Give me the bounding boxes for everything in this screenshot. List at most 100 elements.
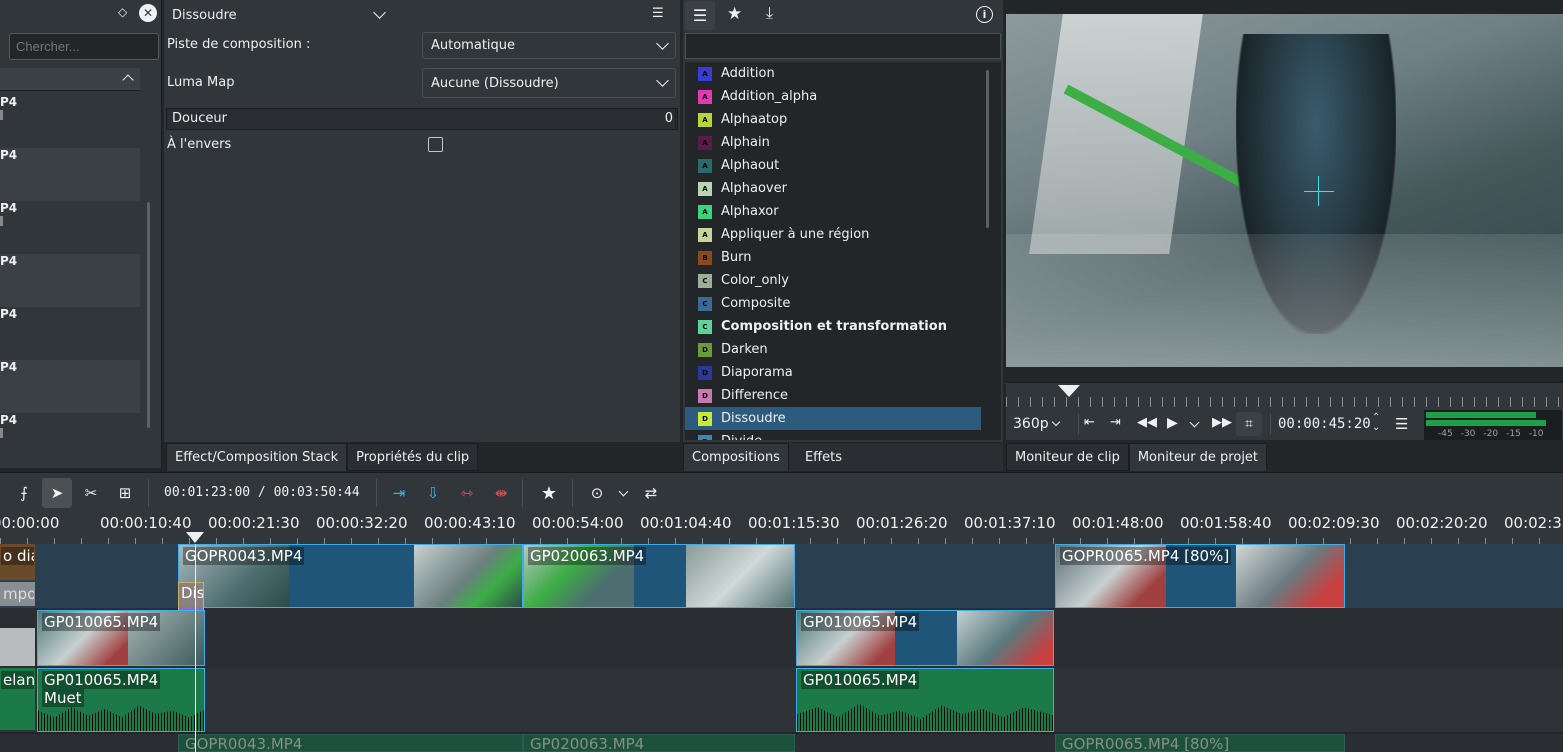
audio-clip-gopr0065[interactable]: GOPR0065.MP4 [80%] bbox=[1055, 734, 1345, 752]
luma-combo[interactable]: Aucune (Dissoudre) bbox=[422, 68, 676, 98]
meter-scale: -45 -30 -20 -15 -10 bbox=[1438, 429, 1544, 439]
audio-clip-gopr0043[interactable]: GOPR0043.MP4 bbox=[178, 734, 523, 752]
bin-item[interactable]: P4 bbox=[0, 254, 140, 307]
ruler-tick-label: 00:00:21:30 bbox=[208, 514, 300, 532]
composition-list-item[interactable]: D Divide bbox=[685, 430, 981, 440]
play-icon[interactable]: ▶ bbox=[1167, 415, 1178, 431]
bin-scrollbar[interactable] bbox=[147, 202, 150, 428]
tab-effects[interactable]: Effets bbox=[788, 443, 859, 471]
composition-list-item[interactable]: D Darken bbox=[685, 338, 981, 361]
float-icon[interactable]: ◇ bbox=[118, 5, 132, 19]
timeline-clip[interactable] bbox=[0, 628, 35, 666]
timeline-clip-gopr0065[interactable]: GOPR0065.MP4 [80%] bbox=[1055, 544, 1345, 608]
tab-effect-stack[interactable]: Effect/Composition Stack bbox=[166, 443, 348, 471]
settings-sliders-icon[interactable]: ☰ bbox=[652, 6, 670, 22]
video-preview[interactable] bbox=[1006, 14, 1563, 367]
chevron-up-icon[interactable] bbox=[122, 74, 134, 86]
composition-list-item[interactable]: A Addition_alpha bbox=[685, 85, 981, 108]
timeline-clip-gp020063[interactable]: GP020063.MP4 bbox=[523, 544, 795, 608]
set-zone-in-icon[interactable]: ⇤ bbox=[1084, 415, 1095, 430]
lift-icon[interactable]: ⇿ bbox=[455, 481, 479, 505]
composition-type-icon: C bbox=[698, 319, 712, 334]
composition-list-item[interactable]: A Alphaover bbox=[685, 177, 981, 200]
spin-arrows-icon[interactable]: ⌃ ⌄ bbox=[1372, 413, 1380, 433]
composition-filter-input[interactable] bbox=[685, 33, 1001, 59]
timeline-ruler[interactable]: 00:00:00 00:00:10:40 00:00:21:30 00:00:32:2… bbox=[0, 512, 1563, 544]
composition-list-item[interactable]: A Alphain bbox=[685, 131, 981, 154]
composition-list-item[interactable]: D Difference bbox=[685, 384, 981, 407]
record-icon[interactable]: ⊙ bbox=[585, 481, 609, 505]
composition-label: Addition_alpha bbox=[721, 89, 818, 104]
composition-list-item[interactable]: C Composition et transformation bbox=[685, 315, 981, 338]
chevron-down-icon[interactable] bbox=[618, 486, 629, 497]
fast-forward-icon[interactable]: ▶▶ bbox=[1212, 415, 1232, 430]
audio-clip[interactable]: elanc bbox=[0, 668, 35, 730]
composition-type-icon: A bbox=[698, 66, 712, 81]
timeline-clip-gp010065[interactable]: GP010065.MP4 bbox=[796, 610, 1054, 666]
composition-list-item[interactable]: A Alphaatop bbox=[685, 108, 981, 131]
resolution-selector[interactable]: 360p bbox=[1013, 416, 1060, 432]
composition-label: Alphaatop bbox=[721, 112, 788, 127]
composition-list-item[interactable]: A Appliquer à une région bbox=[685, 223, 981, 246]
bin-header[interactable] bbox=[0, 68, 140, 91]
bin-item[interactable]: P4 bbox=[0, 148, 140, 201]
composition-list[interactable]: A Addition A Addition_alpha A Alphaatop A Alpha… bbox=[685, 62, 1001, 440]
tab-compositions[interactable]: Compositions bbox=[683, 443, 789, 471]
select-tool-icon[interactable]: ➤ bbox=[42, 478, 72, 508]
info-icon[interactable]: i bbox=[976, 6, 993, 23]
track-combo[interactable]: Automatique bbox=[422, 32, 676, 59]
list-view-icon[interactable]: ☰ bbox=[685, 1, 715, 30]
tab-project-monitor[interactable]: Moniteur de projet bbox=[1128, 443, 1268, 471]
monitor-ruler[interactable] bbox=[1006, 382, 1563, 410]
bin-item[interactable]: P4 bbox=[0, 201, 140, 254]
composition-selector[interactable]: Dissoudre bbox=[166, 2, 390, 28]
razor-tool-icon[interactable]: ✂ bbox=[79, 481, 103, 505]
bin-search-input[interactable] bbox=[9, 33, 159, 60]
rewind-icon[interactable]: ◀◀ bbox=[1137, 415, 1157, 430]
extract-icon[interactable]: ⇼ bbox=[489, 481, 513, 505]
favorite-star-icon[interactable]: ★ bbox=[537, 481, 561, 505]
bin-item[interactable]: P4 bbox=[0, 95, 140, 148]
insert-icon[interactable]: ⇥ bbox=[387, 481, 411, 505]
mixer-icon[interactable]: ⇄ bbox=[639, 481, 663, 505]
audio-clip-gp020063[interactable]: GP020063.MP4 bbox=[523, 734, 795, 752]
reverse-checkbox[interactable] bbox=[428, 137, 443, 152]
overwrite-icon[interactable]: ⇩ bbox=[421, 481, 445, 505]
close-icon[interactable]: ✕ bbox=[139, 4, 157, 22]
menu-icon[interactable]: ☰ bbox=[1395, 415, 1408, 433]
spacer-tool-icon[interactable]: ⊞ bbox=[113, 481, 137, 505]
track-a1 bbox=[0, 668, 1563, 732]
timeline-playhead-icon[interactable] bbox=[186, 532, 204, 543]
composition-list-item[interactable]: D Diaporama bbox=[685, 361, 981, 384]
timeline-clip[interactable]: o dia bbox=[0, 544, 35, 580]
crop-icon[interactable]: ⌗ bbox=[1236, 412, 1262, 436]
bin-item[interactable]: P4 bbox=[0, 307, 140, 360]
monitor-timecode[interactable]: 00:00:45:20 bbox=[1278, 416, 1371, 432]
softness-slider[interactable]: Douceur 0 bbox=[166, 108, 678, 130]
audio-clip-gp010065[interactable]: GP010065.MP4 Muet bbox=[37, 668, 205, 732]
composition-type-icon: D bbox=[698, 434, 712, 440]
audio-clip-gp010065[interactable]: GP010065.MP4 bbox=[796, 668, 1054, 732]
composition-list-item[interactable]: B Burn bbox=[685, 246, 981, 269]
timeline-clip-gp010065[interactable]: GP010065.MP4 bbox=[37, 610, 205, 666]
timeline-clip-gopr0043[interactable]: GOPR0043.MP4 bbox=[178, 544, 523, 608]
bin-item[interactable]: P4 bbox=[0, 360, 140, 413]
download-icon[interactable]: ⤓ bbox=[766, 3, 773, 23]
composition-list-item[interactable]: C Composite bbox=[685, 292, 981, 315]
set-zone-out-icon[interactable]: ⇥ bbox=[1110, 415, 1121, 430]
playhead-icon[interactable] bbox=[1058, 385, 1080, 397]
composition-clip[interactable]: mpos bbox=[0, 582, 35, 606]
composition-list-item[interactable]: A Alphaxor bbox=[685, 200, 981, 223]
clip-thumb-icon bbox=[0, 216, 3, 226]
composition-list-item[interactable]: D Dissoudre bbox=[685, 407, 981, 430]
composition-list-item[interactable]: A Alphaout bbox=[685, 154, 981, 177]
chevron-down-icon[interactable] bbox=[1189, 417, 1200, 428]
composition-list-item[interactable]: A Addition bbox=[685, 62, 981, 85]
bin-item[interactable]: P4 bbox=[0, 413, 140, 466]
composition-list-item[interactable]: C Color_only bbox=[685, 269, 981, 292]
favorite-star-icon[interactable]: ★ bbox=[727, 4, 742, 24]
tab-clip-monitor[interactable]: Moniteur de clip bbox=[1006, 443, 1129, 471]
composition-scrollbar[interactable] bbox=[986, 70, 989, 228]
tab-clip-properties[interactable]: Propriétés du clip bbox=[347, 443, 479, 471]
track-effects-icon[interactable]: ⨍ bbox=[12, 481, 36, 505]
